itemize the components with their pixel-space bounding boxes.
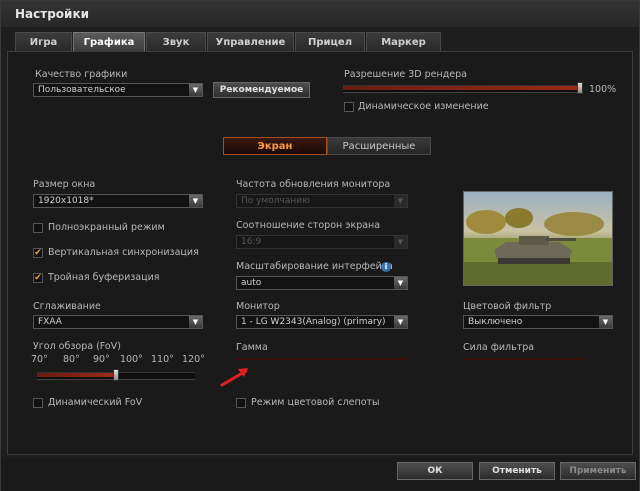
dynamic-change-label: Динамическое изменение [358,101,489,112]
titlebar: Настройки [1,1,639,27]
aa-dropdown[interactable]: FXAA ▼ [33,315,203,329]
tab-sight[interactable]: Прицел [295,32,365,51]
fov-tick-90: 90° [93,354,110,365]
chevron-down-icon: ▼ [599,316,612,328]
main-tabs: Игра Графика Звук Управление Прицел Марк… [15,32,442,51]
subtab-advanced[interactable]: Расширенные [327,137,431,155]
refresh-dropdown[interactable]: По умолчанию ▼ [236,194,408,208]
monitor-label: Монитор [236,301,280,312]
triple-buffer-label: Тройная буферизация [48,272,160,283]
chevron-down-icon: ▼ [394,195,407,207]
info-icon[interactable]: i [381,262,391,272]
recommended-button[interactable]: Рекомендуемое [213,82,310,98]
vsync-checkbox[interactable]: ✔ [33,248,43,258]
fov-tick-110: 110° [151,354,174,365]
chevron-down-icon: ▼ [189,195,202,207]
chevron-down-icon: ▼ [394,236,407,248]
screen-subtabs: Экран Расширенные [223,137,431,155]
window-size-dropdown[interactable]: 1920x1018* ▼ [33,194,203,208]
colorblind-checkbox[interactable] [236,398,246,408]
colorblind-label: Режим цветовой слепоты [251,397,380,408]
chevron-down-icon: ▼ [394,277,407,289]
window-title: Настройки [15,7,90,21]
chevron-down-icon: ▼ [189,316,202,328]
tab-game[interactable]: Игра [15,32,72,51]
settings-window: Настройки Игра Графика Звук Управление П… [0,0,640,491]
render-percent: 100% [589,84,617,95]
color-filter-label: Цветовой фильтр [463,301,552,312]
tank-preview-illustration [464,208,612,285]
aspect-dropdown[interactable]: 16:9 ▼ [236,235,408,249]
tab-graphics[interactable]: Графика [73,32,145,51]
checkmark-icon: ✔ [34,273,42,283]
filter-strength-slider[interactable] [463,358,585,360]
interface-scale-dropdown[interactable]: auto ▼ [236,276,408,290]
tab-marker[interactable]: Маркер [366,32,441,51]
cancel-button[interactable]: Отменить [479,462,555,480]
render-slider-thumb[interactable] [577,82,583,94]
monitor-dropdown[interactable]: 1 - LG W2343(Analog) (primary) ▼ [236,315,408,329]
aspect-label: Соотношение сторон экрана [236,220,381,231]
fov-tick-120: 120° [182,354,205,365]
render-slider-track[interactable] [343,85,583,93]
checkmark-icon: ✔ [34,248,42,258]
dynamic-fov-checkbox[interactable] [33,398,43,408]
monitor-value: 1 - LG W2343(Analog) (primary) [241,317,386,327]
vsync-label: Вертикальная синхронизация [48,247,199,258]
chevron-down-icon: ▼ [189,84,202,96]
fov-tick-100: 100° [120,354,143,365]
quality-dropdown[interactable]: Пользовательское ▼ [33,83,203,97]
tab-sound[interactable]: Звук [146,32,206,51]
fov-slider-fill [37,373,116,377]
aa-value: FXAA [38,317,62,327]
filter-strength-label: Сила фильтра [463,342,535,353]
preview-image [463,191,613,286]
tab-controls[interactable]: Управление [207,32,294,51]
fov-label: Угол обзора (FoV) [33,341,121,352]
render-label: Разрешение 3D рендера [344,69,467,80]
interface-scale-value: auto [241,278,262,288]
interface-scale-label: Масштабирование интерфейса [236,261,393,272]
color-filter-dropdown[interactable]: Выключено ▼ [463,315,613,329]
subtab-screen[interactable]: Экран [223,137,327,155]
quality-label: Качество графики [35,69,128,80]
gamma-label: Гамма [236,342,268,353]
ok-button[interactable]: ОК [397,462,473,480]
triple-buffer-checkbox[interactable]: ✔ [33,273,43,283]
fov-slider-thumb[interactable] [113,369,119,381]
fov-tick-80: 80° [63,354,80,365]
aa-label: Сглаживание [33,301,101,312]
dynamic-fov-label: Динамический FoV [48,397,143,408]
window-size-label: Размер окна [33,179,96,190]
fov-tick-70: 70° [31,354,48,365]
apply-button[interactable]: Применить [560,462,636,480]
chevron-down-icon: ▼ [394,316,407,328]
refresh-value: По умолчанию [241,196,310,206]
gamma-slider-track[interactable] [236,358,408,360]
color-filter-value: Выключено [468,317,523,327]
dynamic-change-checkbox[interactable] [344,102,354,112]
render-slider-fill [343,86,583,90]
refresh-label: Частота обновления монитора [236,179,391,190]
aspect-value: 16:9 [241,237,262,247]
quality-value: Пользовательское [38,85,126,95]
fullscreen-label: Полноэкранный режим [48,222,165,233]
window-size-value: 1920x1018* [38,196,94,206]
fullscreen-checkbox[interactable] [33,223,43,233]
cursor-arrow-icon [220,368,248,387]
